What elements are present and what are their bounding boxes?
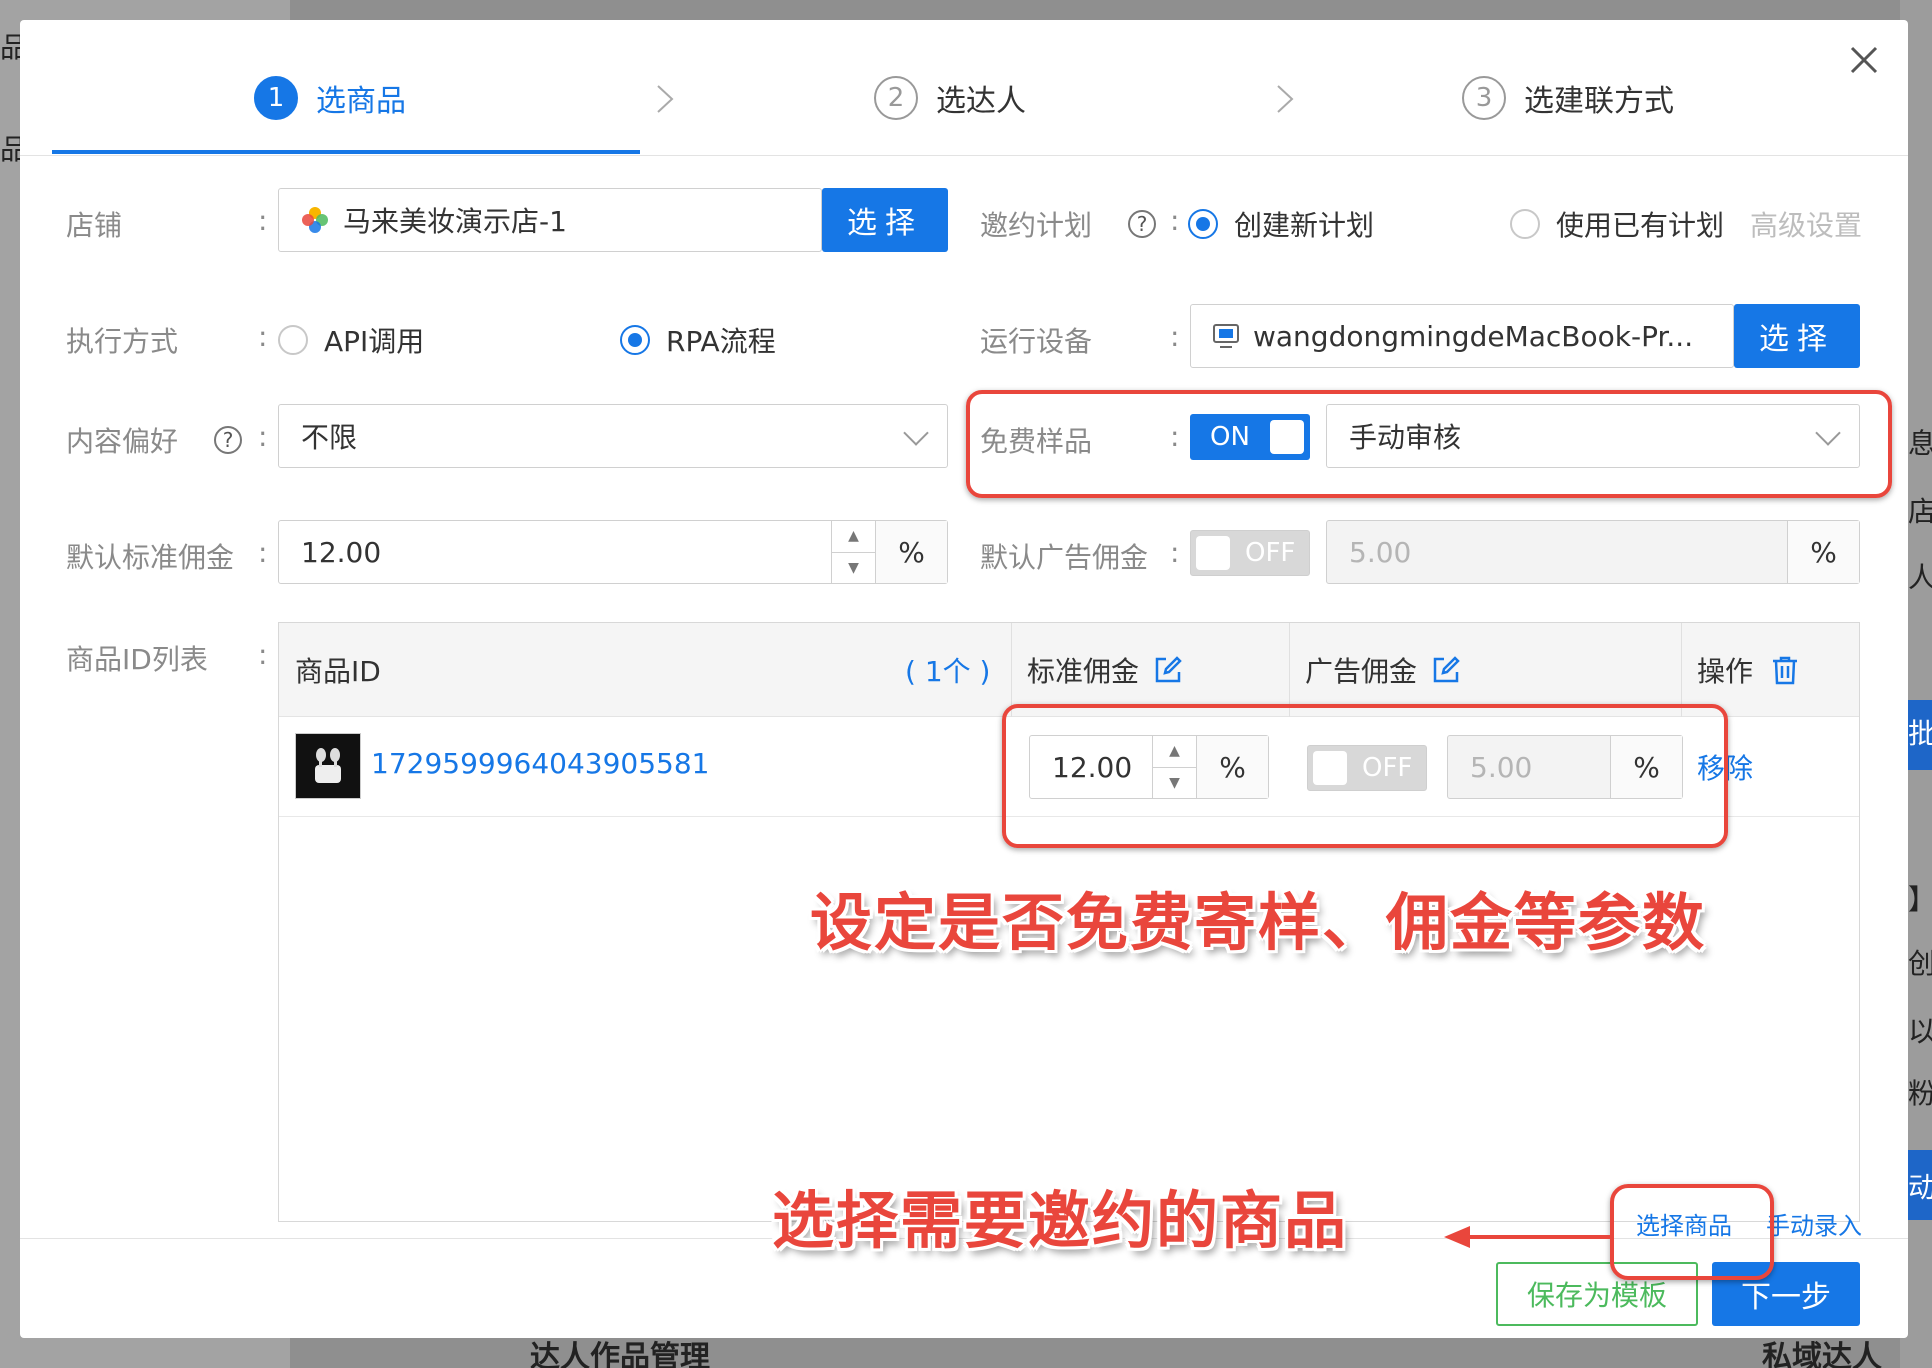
mac-device-icon [1213,324,1239,348]
store-label: 店铺 [66,209,123,242]
product-id-link[interactable]: 1729599964043905581 [371,747,709,780]
product-thumbnail [295,733,361,799]
chevron-down-icon [903,420,929,446]
radio-label: 使用已有计划 [1556,209,1725,242]
step-select-products[interactable]: 1 选商品 [254,76,406,120]
step-indicator: 1 选商品 2 选达人 3 选建联方式 [20,20,1908,156]
step-select-influencers[interactable]: 2 选达人 [874,76,1026,120]
step-number: 2 [874,76,918,120]
bg-text-fragment: 以 [1908,1015,1932,1048]
colon: : [1170,204,1180,237]
annotation-highlight-free-sample [966,390,1892,498]
colon: : [258,204,268,237]
radio-dot [1510,209,1540,239]
store-input[interactable]: 马来美妆演示店-1 [278,188,822,252]
ad-commission-input: 5.00 % [1326,520,1860,584]
stepper-down-icon: ▼ [848,559,859,576]
colon: : [258,320,268,353]
colon: : [258,638,268,671]
bg-text-fragment: 店 [1908,495,1932,528]
colon: : [258,420,268,453]
content-pref-label: 内容偏好 ? [66,420,243,460]
device-select-button[interactable]: 选择 [1734,304,1860,368]
radio-label: 创建新计划 [1234,209,1375,242]
help-icon: ? [1128,210,1157,238]
edit-icon[interactable] [1431,655,1461,685]
step-label: 选商品 [316,84,406,119]
content-pref-select[interactable]: 不限 [278,404,948,468]
trash-icon[interactable] [1769,654,1801,686]
device-input[interactable]: wangdongmingdeMacBook-Pr... [1190,304,1734,368]
stepper-up-icon: ▲ [832,521,875,553]
number-stepper[interactable]: ▲ ▼ [831,521,875,583]
bg-text-fragment: 息 [1908,427,1932,460]
select-value: 不限 [301,421,358,454]
plan-label: 邀约计划 ? [980,204,1157,244]
radio-dot [620,325,650,355]
chevron-right-icon [1277,85,1294,113]
manual-entry-link[interactable]: 手动录入 [1766,1206,1862,1241]
col-ad-commission: 广告佣金 [1305,623,1461,717]
chevron-right-icon [657,85,674,113]
colon: : [1170,320,1180,353]
annotation-arrow-icon [1444,1226,1610,1248]
toggle-knob [1196,536,1230,570]
plan-radio-new[interactable]: 创建新计划 [1188,204,1374,244]
radio-label: RPA流程 [666,325,776,358]
input-value: 12.00 [301,535,382,569]
table-header: 商品ID ( 1个 ) 标准佣金 广告佣金 操作 [279,623,1859,717]
col-product-id: 商品ID [295,655,381,688]
store-value: 马来美妆演示店-1 [343,205,567,238]
input-value: 5.00 [1349,535,1412,569]
bg-text-fragment: 人 [1908,561,1932,594]
colon: : [258,536,268,569]
product-count: ( 1个 ) [905,655,991,688]
advanced-settings-link[interactable]: 高级设置 [1750,204,1862,244]
percent-suffix: % [875,521,947,583]
annotation-highlight-select-products [1610,1184,1774,1280]
annotation-text-select: 选择需要邀约的商品 [772,1184,1349,1257]
invite-modal: 1 选商品 2 选达人 3 选建联方式 店铺 : 马来美妆演示店-1 选择 邀约… [20,20,1908,1338]
step-select-contact-method[interactable]: 3 选建联方式 [1462,76,1674,120]
ad-commission-toggle[interactable]: OFF [1190,530,1310,576]
exec-mode-label: 执行方式 [66,325,179,358]
earbuds-image-icon [315,748,341,783]
percent-suffix: % [1787,521,1859,583]
product-list-label: 商品ID列表 [66,643,208,676]
bg-text-fragment: 动 [1908,1171,1932,1204]
step-label: 选达人 [936,84,1026,119]
exec-radio-rpa[interactable]: RPA流程 [620,320,776,360]
annotation-text-params: 设定是否免费寄样、佣金等参数 [810,886,1707,959]
active-step-underline [52,150,640,154]
plan-radio-existing[interactable]: 使用已有计划 [1510,204,1724,244]
radio-label: API调用 [324,325,425,358]
col-standard-commission: 标准佣金 [1027,623,1183,717]
device-label: 运行设备 [980,325,1093,358]
store-logo-icon [302,207,328,233]
col-action: 操作 [1697,623,1801,717]
radio-dot [278,325,308,355]
radio-dot [1188,209,1218,239]
step-label: 选建联方式 [1524,84,1674,119]
edit-icon[interactable] [1153,655,1183,685]
toggle-label: OFF [1245,538,1296,568]
bg-text-fragment: 创 [1908,947,1932,980]
default-commission-input[interactable]: 12.00 ▲ ▼ % [278,520,948,584]
colon: : [1170,536,1180,569]
bg-text-fragment: 】 [1908,878,1932,918]
bg-text-fragment: 批 [1908,717,1932,750]
step-number: 3 [1462,76,1506,120]
step-number: 1 [254,76,298,120]
default-ad-commission-label: 默认广告佣金 [980,541,1149,574]
help-icon: ? [214,426,243,454]
exec-radio-api[interactable]: API调用 [278,320,424,360]
annotation-highlight-row-commission [1002,704,1728,848]
bg-text-fragment: 粉 [1908,1077,1932,1110]
device-value: wangdongmingdeMacBook-Pr... [1253,319,1694,353]
store-select-button[interactable]: 选择 [822,188,948,252]
default-commission-label: 默认标准佣金 [66,541,235,574]
